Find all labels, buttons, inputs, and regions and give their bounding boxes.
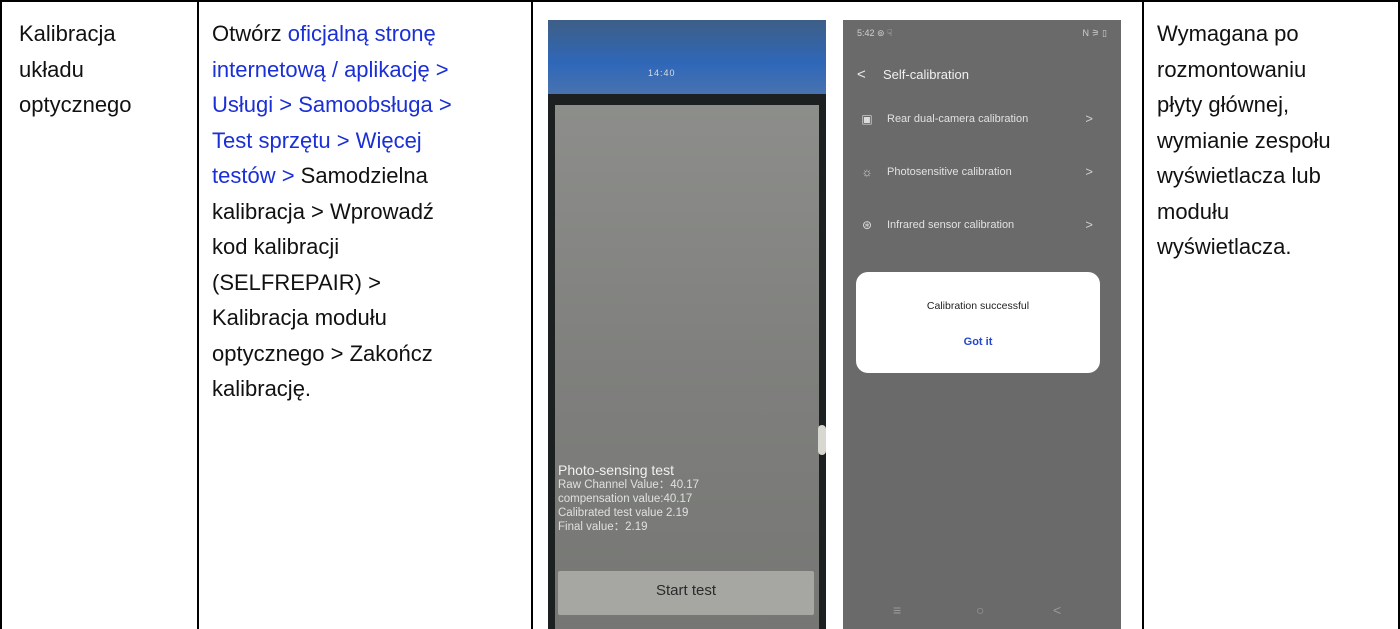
calibration-table: Kalibracja układu optycznego Otwórz ofic… <box>0 0 1400 629</box>
requirements-cell: Wymagana po rozmontowaniu płyty głównej,… <box>1157 16 1331 265</box>
name-line: optycznego <box>19 92 132 117</box>
procedure-prefix: Otwórz <box>212 21 288 46</box>
name-line: Kalibracja <box>19 21 116 46</box>
start-test-button[interactable]: Start test <box>558 571 814 615</box>
procedure-cell: Otwórz oficjalną stronę internetową / ap… <box>212 16 452 407</box>
table-border-left <box>0 0 2 629</box>
final-value: Final value：2.19 <box>558 521 648 533</box>
photo-glare <box>818 425 826 455</box>
menu-icon[interactable]: ≡ <box>893 602 901 618</box>
procedure-line: kalibrację. <box>212 376 312 401</box>
notes-line: wyświetlacza lub <box>1157 163 1321 188</box>
calibration-screenshot: 5:42 ⊚ ☟ N ⚞ ▯ < Self-calibration ▣ Rear… <box>843 20 1121 629</box>
rear-dual-camera-calibration-item[interactable]: ▣ Rear dual-camera calibration > <box>843 107 1121 137</box>
raw-channel-value: Raw Channel Value：40.17 <box>558 479 700 491</box>
procedure-link-line[interactable]: testów > <box>212 163 301 188</box>
procedure-line: kalibracja > Wprowadź <box>212 198 434 224</box>
camera-icon: ▣ <box>861 112 873 126</box>
photosensitive-calibration-item[interactable]: ☼ Photosensitive calibration > <box>843 160 1121 190</box>
infrared-icon: ⊛ <box>861 218 873 232</box>
chevron-right-icon: > <box>1085 217 1093 232</box>
calibrated-test-value: Calibrated test value 2.19 <box>558 507 689 519</box>
back-icon[interactable]: < <box>857 66 866 83</box>
status-bar-right: N ⚞ ▯ <box>1082 28 1107 38</box>
procedure-text: Samodzielna <box>300 163 428 188</box>
notes-line: płyty głównej, <box>1157 92 1290 117</box>
item-label: Infrared sensor calibration <box>887 219 1015 231</box>
notes-line: wyświetlacza. <box>1157 234 1292 259</box>
dialog-message: Calibration successful <box>926 300 1030 312</box>
back-nav-icon[interactable]: < <box>1053 602 1061 618</box>
chevron-right-icon: > <box>1085 164 1093 179</box>
notes-line: rozmontowaniu <box>1157 56 1307 82</box>
screen-title: Self-calibration <box>883 67 969 82</box>
table-top-border <box>0 0 1400 2</box>
procedure-line: optycznego > Zakończ <box>212 340 433 366</box>
device-screen <box>555 105 819 629</box>
notes-line: modułu <box>1157 198 1230 224</box>
procedure-link-line[interactable]: Test sprzętu > Więcej <box>212 123 452 159</box>
calibration-dialog: Calibration successful Got it <box>856 272 1100 373</box>
photo-sensing-info: Photo-sensing test Raw Channel Value：40.… <box>558 462 699 534</box>
compensation-value: compensation value:40.17 <box>558 493 693 505</box>
got-it-button[interactable]: Got it <box>856 336 1100 348</box>
photo-sensing-title: Photo-sensing test <box>558 462 674 478</box>
status-bar-left: 5:42 ⊚ ☟ <box>857 28 893 38</box>
home-icon[interactable]: ○ <box>976 602 984 618</box>
calibration-name-cell: Kalibracja układu optycznego <box>19 16 132 123</box>
procedure-line: kod kalibracji <box>212 234 340 259</box>
infrared-sensor-calibration-item[interactable]: ⊛ Infrared sensor calibration > <box>843 213 1121 243</box>
notes-line: Wymagana po <box>1157 21 1299 46</box>
item-label: Photosensitive calibration <box>887 166 1012 178</box>
navigation-bar: ≡ ○ < <box>843 594 1121 629</box>
official-site-link[interactable]: oficjalną stronę <box>288 21 436 46</box>
sun-icon: ☼ <box>861 165 873 179</box>
table-border-1 <box>197 0 199 629</box>
name-line: układu <box>19 56 84 82</box>
table-border-2 <box>531 0 533 629</box>
notes-line: wymianie zespołu <box>1157 127 1331 153</box>
screen-header: < Self-calibration <box>843 52 1121 96</box>
device-photo: 14:40 Photo-sensing test Raw Channel Val… <box>548 20 826 629</box>
item-label: Rear dual-camera calibration <box>887 113 1029 125</box>
chevron-right-icon: > <box>1085 111 1093 126</box>
table-border-3 <box>1142 0 1144 629</box>
procedure-line: Kalibracja modułu <box>212 305 387 330</box>
procedure-link-line[interactable]: Usługi > Samoobsługa > <box>212 87 452 123</box>
procedure-link-line[interactable]: internetową / aplikację > <box>212 52 452 88</box>
device-clock: 14:40 <box>648 68 676 78</box>
procedure-line: (SELFREPAIR) > <box>212 269 381 295</box>
